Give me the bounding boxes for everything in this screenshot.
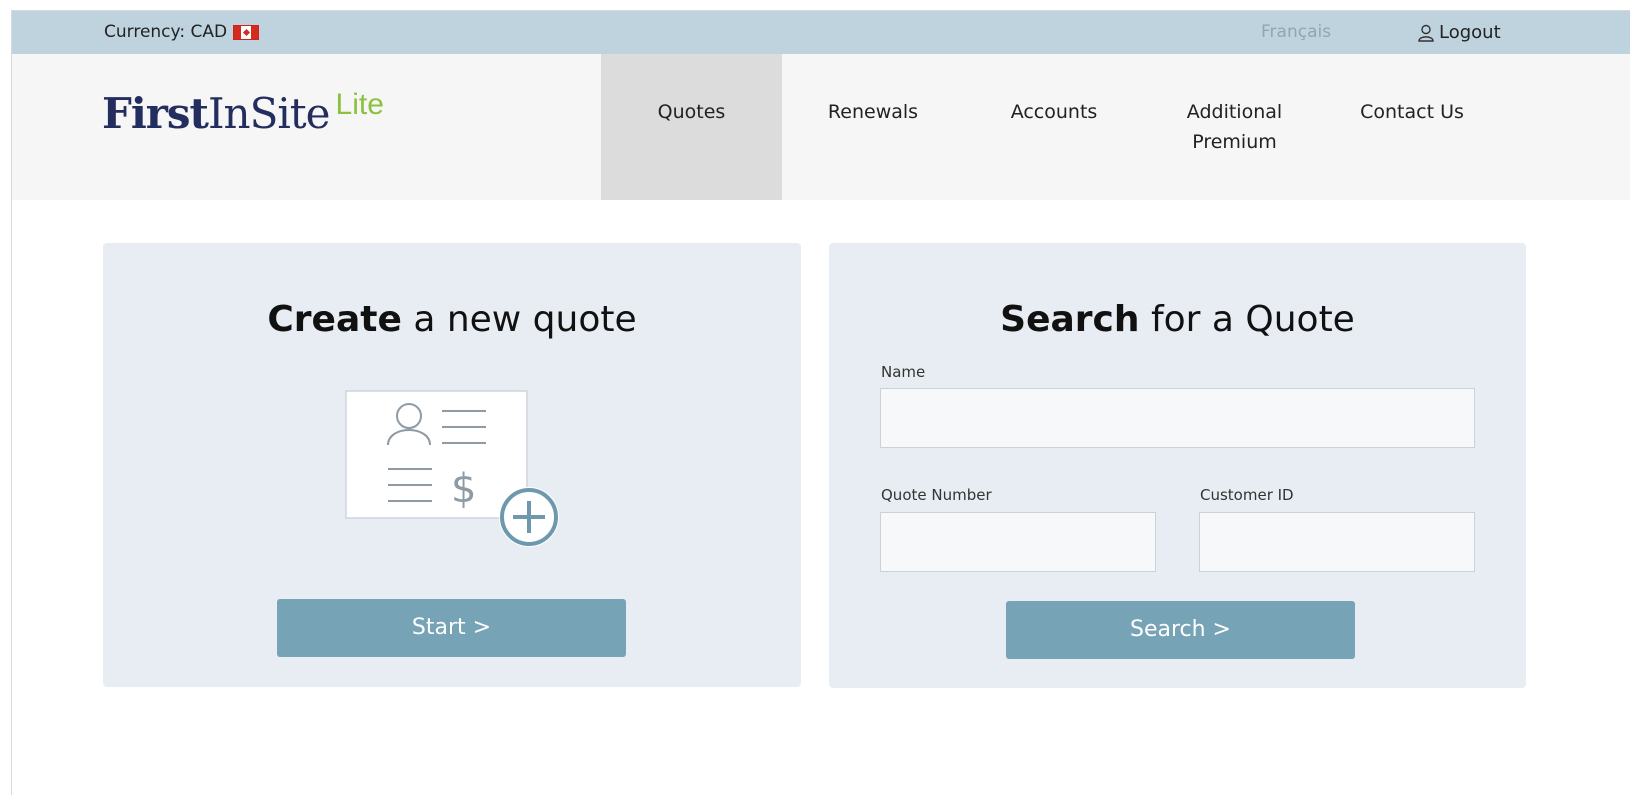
nav-item-label: Quotes (657, 101, 726, 123)
user-icon (1418, 24, 1434, 42)
nav-item-quotes[interactable]: Quotes (601, 54, 782, 200)
quote-number-input[interactable] (880, 512, 1156, 572)
search-title-bold: Search (1000, 299, 1140, 340)
logo-text-first: First (102, 89, 209, 138)
customer-id-label: Customer ID (1200, 486, 1294, 504)
search-quote-card: Search for a Quote Name Quote Number Cus… (829, 243, 1526, 688)
create-title-rest: a new quote (401, 299, 637, 340)
quote-document-add-icon: $ (345, 390, 559, 547)
start-button[interactable]: Start > (277, 599, 626, 657)
create-quote-title: Create a new quote (103, 299, 801, 340)
logout-button[interactable]: Logout (1417, 22, 1501, 43)
name-input[interactable] (880, 388, 1475, 448)
main-nav: FirstInSite Lite Quotes Renewals Accounts… (12, 54, 1630, 200)
currency-indicator: Currency: CAD (104, 22, 260, 42)
create-quote-card: Create a new quote $ Start > (103, 243, 801, 687)
search-quote-title: Search for a Quote (829, 299, 1526, 340)
nav-item-label: Contact Us (1360, 101, 1464, 123)
nav-item-label: Renewals (827, 101, 919, 123)
quote-number-label: Quote Number (881, 486, 992, 504)
page: Currency: CAD Français Logout FirstInSit… (11, 10, 1630, 795)
nav-item-renewals[interactable]: Renewals (802, 54, 944, 200)
logout-label: Logout (1439, 22, 1501, 43)
create-title-bold: Create (267, 299, 402, 340)
nav-item-label: Accounts (1010, 101, 1098, 123)
svg-text:$: $ (451, 466, 476, 512)
customer-id-input[interactable] (1199, 512, 1475, 572)
top-bar: Currency: CAD Français Logout (12, 11, 1630, 54)
search-button[interactable]: Search > (1006, 601, 1355, 659)
name-label: Name (881, 363, 926, 381)
currency-label: Currency: CAD (104, 22, 228, 42)
nav-item-accounts[interactable]: Accounts (984, 54, 1124, 200)
nav-item-contact-us[interactable]: Contact Us (1342, 54, 1482, 200)
search-title-rest: for a Quote (1139, 299, 1355, 340)
logo-text-insite: InSite (207, 89, 331, 138)
canada-flag-icon (233, 24, 260, 40)
language-toggle-link[interactable]: Français (1261, 22, 1331, 42)
nav-item-label: Additional Premium (1186, 101, 1283, 153)
logo-text-lite: Lite (335, 88, 384, 121)
brand-logo[interactable]: FirstInSite Lite (102, 88, 384, 138)
nav-item-additional-premium[interactable]: Additional Premium (1162, 54, 1307, 200)
